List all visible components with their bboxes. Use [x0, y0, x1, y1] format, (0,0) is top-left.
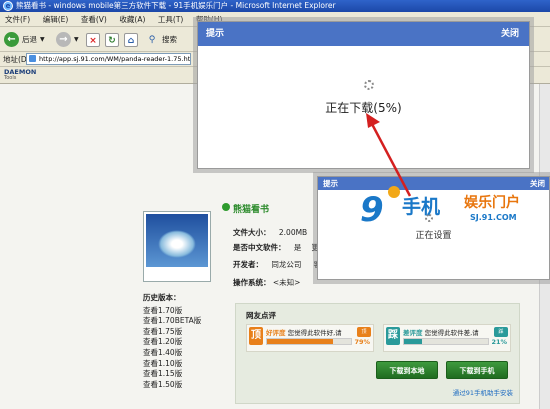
- good-rating-text: 好评度 您觉得此软件好,请: [266, 327, 342, 337]
- bad-rating-text: 差评度 您觉得此软件差,请: [403, 327, 479, 337]
- history-link[interactable]: 查看1.50版: [143, 380, 201, 391]
- back-button[interactable]: ← 后退 ▼: [4, 31, 45, 48]
- forward-button[interactable]: → ▼: [56, 31, 79, 48]
- refresh-icon: ↻: [105, 32, 119, 47]
- search-button[interactable]: ⚲ 搜索: [145, 31, 177, 48]
- os-row: 操作系统： <未知>: [233, 277, 300, 288]
- history-link[interactable]: 查看1.20版: [143, 337, 201, 348]
- history-list: 历史版本： 查看1.70版 查看1.70BETA版 查看1.75版 查看1.20…: [143, 293, 201, 390]
- back-arrow-icon: ←: [4, 32, 19, 47]
- download-dialog-header: 提示 关闭: [198, 22, 529, 46]
- history-link[interactable]: 查看1.70BETA版: [143, 316, 201, 327]
- download-dialog: 提示 关闭 正在下载(5%): [197, 21, 530, 169]
- menu-tools[interactable]: 工具(T): [153, 12, 188, 26]
- download-local-button[interactable]: 下载到本地: [376, 361, 438, 379]
- forward-arrow-icon: →: [56, 32, 71, 47]
- back-label: 后退: [22, 35, 37, 44]
- menu-edit[interactable]: 编辑(E): [38, 12, 74, 26]
- daemon-logo: DAEMON Tools: [4, 69, 36, 81]
- home-button[interactable]: ⌂: [124, 31, 138, 48]
- menu-file[interactable]: 文件(F): [0, 12, 35, 26]
- chinese-row: 是否中文软件： 是 更: [233, 242, 319, 253]
- window-title: 熊猫看书 - windows mobile第三方软件下载 - 91手机娱乐门户 …: [16, 1, 336, 10]
- bad-rating-bar: [403, 338, 489, 345]
- good-rating-percent: 79%: [354, 338, 370, 346]
- good-rating-hint: 您觉得此软件好,请: [287, 329, 342, 337]
- bad-rating-percent: 21%: [491, 338, 507, 346]
- bad-rating-fill: [404, 339, 422, 344]
- vote-down-button[interactable]: 踩: [494, 327, 508, 337]
- history-link[interactable]: 查看1.10版: [143, 359, 201, 370]
- thumbs-up-badge-icon: 顶: [249, 327, 263, 345]
- download-phone-button[interactable]: 下载到手机: [446, 361, 508, 379]
- download-dialog-title: 提示: [206, 29, 225, 39]
- developer-value: 同龙公司: [271, 260, 302, 269]
- watermark-dot-icon: [388, 186, 400, 198]
- good-rating-bar: [266, 338, 352, 345]
- window-titlebar: e 熊猫看书 - windows mobile第三方软件下载 - 91手机娱乐门…: [0, 0, 550, 12]
- search-label: 搜索: [162, 35, 177, 44]
- history-link[interactable]: 查看1.70版: [143, 306, 201, 317]
- chinese-value: 是: [293, 243, 302, 252]
- setup-dialog-header: 提示 关闭: [318, 177, 549, 190]
- os-value: <未知>: [272, 278, 301, 287]
- search-icon: ⚲: [148, 34, 156, 45]
- file-size-value: 2.00MB: [278, 228, 308, 237]
- helper-install-link[interactable]: 通过91手机助手安装: [453, 387, 513, 397]
- good-rating: 顶 好评度 您觉得此软件好,请 顶 79%: [246, 324, 374, 352]
- refresh-button[interactable]: ↻: [105, 31, 119, 48]
- file-size-label: 文件大小：: [233, 228, 271, 237]
- stop-icon: ×: [86, 32, 100, 47]
- thumbs-down-badge-icon: 踩: [386, 327, 400, 345]
- history-link[interactable]: 查看1.15版: [143, 369, 201, 380]
- good-rating-label: 好评度: [266, 329, 286, 337]
- vote-up-button[interactable]: 顶: [357, 327, 371, 337]
- stop-button[interactable]: ×: [86, 31, 100, 48]
- good-rating-fill: [267, 339, 334, 344]
- address-input[interactable]: http://app.sj.91.com/WM/panda-reader-1.7…: [26, 53, 191, 65]
- reviews-heading: 网友点评: [246, 311, 276, 320]
- app-title: 熊猫看书: [221, 202, 269, 215]
- watermark-yule: 娱乐门户: [464, 195, 520, 211]
- watermark-nine: 9: [360, 190, 384, 230]
- download-dialog-close-button[interactable]: 关闭: [501, 22, 519, 46]
- developer-row: 开发者： 同龙公司 客: [233, 259, 321, 270]
- setup-dialog-title: 提示: [323, 179, 338, 188]
- site-watermark-logo: 9 手机 娱乐门户 SJ.91.COM: [360, 186, 545, 235]
- dropdown-icon[interactable]: ▼: [40, 36, 45, 43]
- reviews-panel: 网友点评 顶 好评度 您觉得此软件好,请 顶 79% 踩 差评度 您觉得此软件差…: [235, 303, 520, 404]
- developer-label: 开发者：: [233, 260, 263, 269]
- download-progress-text: 正在下载(5%): [325, 101, 402, 115]
- history-heading: 历史版本：: [143, 293, 181, 302]
- forward-dropdown-icon[interactable]: ▼: [74, 36, 79, 43]
- home-icon: ⌂: [124, 32, 138, 47]
- bad-rating-label: 差评度: [403, 329, 423, 337]
- setup-dialog-close-button[interactable]: 关闭: [530, 177, 545, 190]
- ie-icon: e: [3, 1, 13, 11]
- os-label: 操作系统：: [233, 278, 271, 287]
- history-link[interactable]: 查看1.40版: [143, 348, 201, 359]
- bad-rating-hint: 您觉得此软件差,请: [424, 329, 479, 337]
- file-size-row: 文件大小： 2.00MB 下: [233, 227, 325, 238]
- app-screenshot: [143, 211, 211, 282]
- loading-spinner-icon: [364, 80, 374, 90]
- bad-rating: 踩 差评度 您觉得此软件差,请 踩 21%: [383, 324, 511, 352]
- chinese-label: 是否中文软件：: [233, 243, 286, 252]
- watermark-domain: SJ.91.COM: [470, 213, 517, 222]
- history-link[interactable]: 查看1.75版: [143, 327, 201, 338]
- menu-favorites[interactable]: 收藏(A): [114, 12, 150, 26]
- menu-view[interactable]: 查看(V): [76, 12, 112, 26]
- watermark-brand: 手机: [402, 196, 441, 218]
